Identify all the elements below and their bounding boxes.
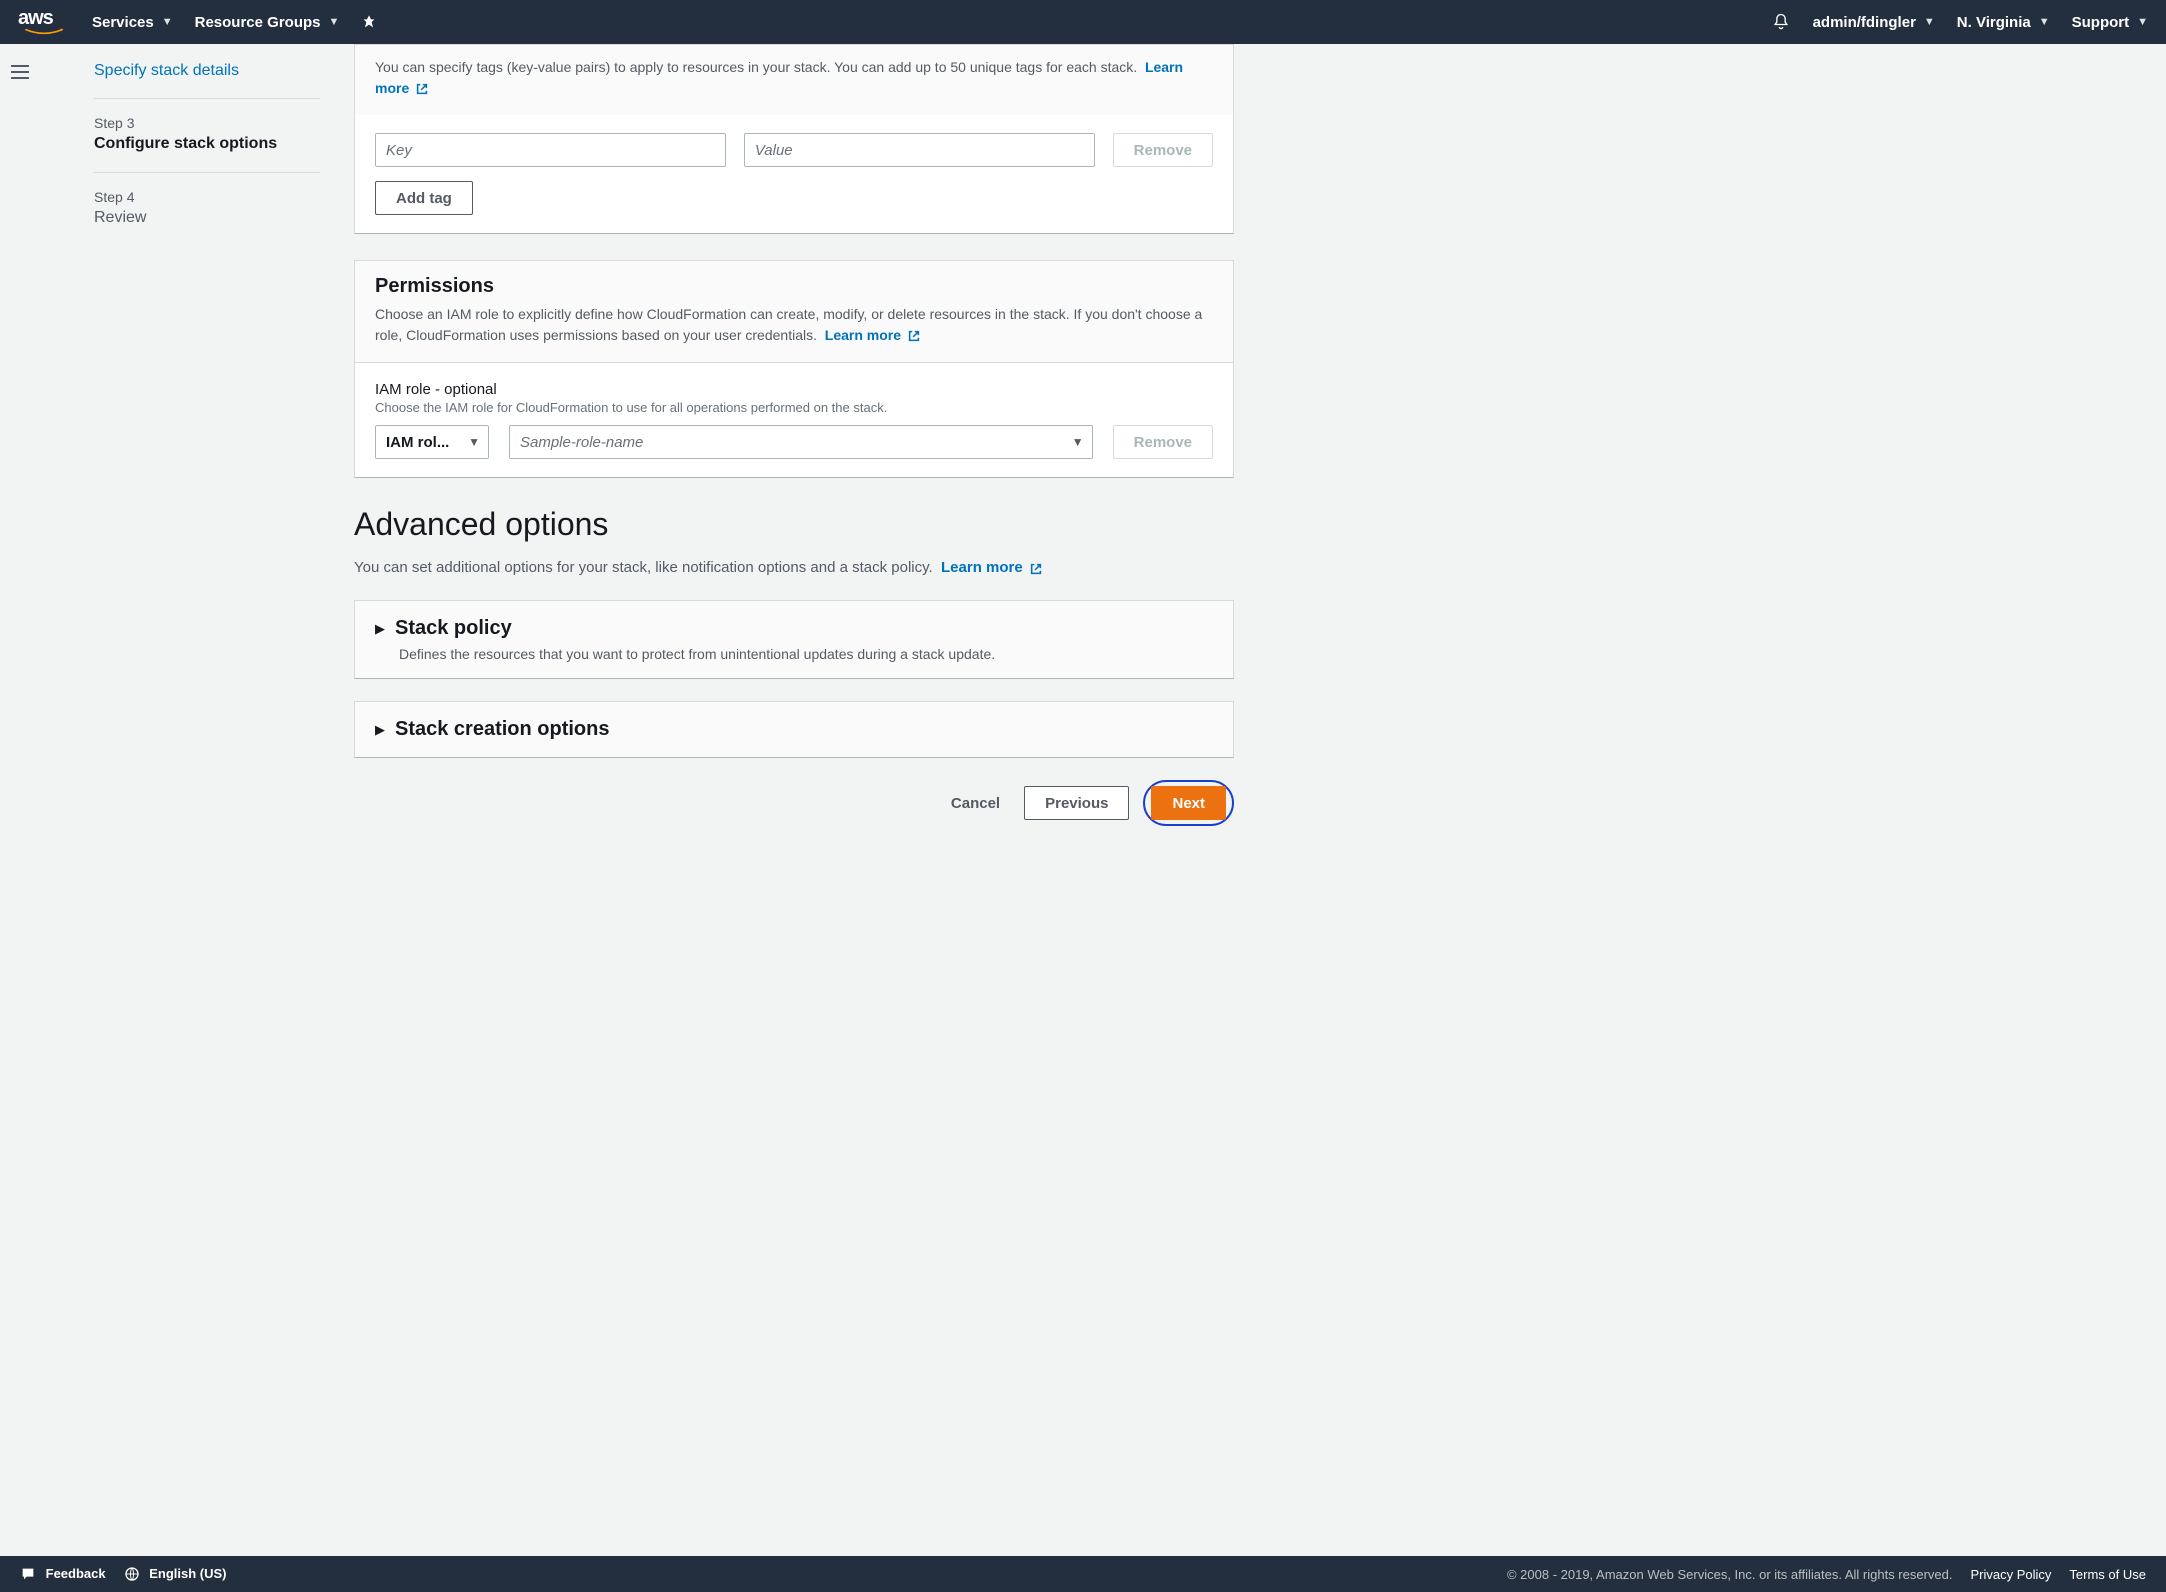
advanced-options-title: Advanced options (354, 506, 1234, 543)
step-title: Specify stack details (94, 60, 320, 82)
footer: Feedback English (US) © 2008 - 2019, Ama… (0, 1556, 2166, 1592)
step-num: Step 4 (94, 189, 320, 205)
region-menu[interactable]: N. Virginia ▼ (1957, 14, 2050, 31)
learn-more-text: Learn more (941, 559, 1023, 576)
wizard-actions: Cancel Previous Next (354, 780, 1234, 826)
role-name-placeholder: Sample-role-name (520, 434, 643, 451)
tag-remove-button[interactable]: Remove (1113, 133, 1213, 167)
advanced-sub-text: You can set additional options for your … (354, 559, 933, 576)
iam-role-hint: Choose the IAM role for CloudFormation t… (375, 400, 1213, 415)
wizard-step-3: Step 3 Configure stack options (94, 99, 320, 172)
permissions-body: IAM role - optional Choose the IAM role … (355, 363, 1233, 477)
tags-description: You can specify tags (key-value pairs) t… (375, 57, 1213, 99)
step-title: Configure stack options (94, 133, 320, 155)
region-label: N. Virginia (1957, 14, 2031, 31)
caret-down-icon: ▼ (1072, 435, 1084, 449)
feedback-text: Feedback (46, 1566, 106, 1581)
sidebar-toggle[interactable] (6, 58, 34, 86)
permissions-desc-text: Choose an IAM role to explicitly define … (375, 306, 1202, 343)
stack-policy-expander[interactable]: ▶ Stack policy Defines the resources tha… (354, 600, 1234, 679)
stack-policy-title: Stack policy (395, 617, 512, 640)
support-menu[interactable]: Support ▼ (2072, 14, 2148, 31)
aws-smile-icon (18, 28, 70, 36)
caret-down-icon: ▼ (1924, 16, 1935, 28)
external-link-icon (907, 329, 921, 343)
iam-role-name-select[interactable]: Sample-role-name ▼ (509, 425, 1093, 459)
step-num: Step 3 (94, 115, 320, 131)
add-tag-button[interactable]: Add tag (375, 181, 473, 215)
main-content: You can specify tags (key-value pairs) t… (344, 44, 1274, 916)
step-title: Review (94, 207, 320, 229)
pin-icon (361, 14, 377, 30)
iam-role-remove-button[interactable]: Remove (1113, 425, 1213, 459)
tag-key-input[interactable] (375, 133, 726, 167)
services-menu[interactable]: Services ▼ (92, 14, 173, 31)
next-button[interactable]: Next (1151, 786, 1226, 820)
resource-groups-label: Resource Groups (195, 14, 321, 31)
tags-desc-text: You can specify tags (key-value pairs) t… (375, 59, 1137, 75)
chat-icon (20, 1566, 36, 1582)
external-link-icon (415, 82, 429, 96)
permissions-learn-more-link[interactable]: Learn more (825, 327, 921, 343)
services-label: Services (92, 14, 154, 31)
pin-button[interactable] (361, 14, 377, 30)
permissions-panel: Permissions Choose an IAM role to explic… (354, 260, 1234, 478)
resource-groups-menu[interactable]: Resource Groups ▼ (195, 14, 340, 31)
caret-down-icon: ▼ (329, 16, 340, 28)
wizard-step-2[interactable]: Specify stack details (94, 44, 320, 99)
notifications-button[interactable] (1771, 12, 1791, 32)
learn-more-text: Learn more (825, 327, 901, 343)
triangle-right-icon: ▶ (375, 621, 385, 637)
permissions-title: Permissions (375, 275, 1213, 298)
selector-text: IAM rol... (386, 434, 449, 451)
feedback-link[interactable]: Feedback (20, 1566, 106, 1583)
advanced-learn-more-link[interactable]: Learn more (941, 559, 1043, 576)
terms-link[interactable]: Terms of Use (2069, 1567, 2146, 1582)
tag-row: Remove (375, 133, 1213, 167)
permissions-description: Choose an IAM role to explicitly define … (375, 304, 1213, 346)
tags-panel: You can specify tags (key-value pairs) t… (354, 44, 1234, 234)
iam-role-type-select[interactable]: IAM rol... ▼ (375, 425, 489, 459)
tag-value-input[interactable] (744, 133, 1095, 167)
wizard-step-4: Step 4 Review (94, 173, 320, 245)
copyright-text: © 2008 - 2019, Amazon Web Services, Inc.… (1507, 1567, 1953, 1582)
annotation-circle: Next (1143, 780, 1234, 826)
stack-creation-options-title: Stack creation options (395, 718, 610, 741)
cancel-button[interactable]: Cancel (951, 795, 1000, 812)
stack-policy-desc: Defines the resources that you want to p… (399, 646, 1213, 662)
tags-body: Remove Add tag (355, 115, 1233, 233)
globe-icon (124, 1566, 140, 1582)
user-menu[interactable]: admin/fdingler ▼ (1813, 14, 1935, 31)
privacy-link[interactable]: Privacy Policy (1971, 1567, 2052, 1582)
user-label: admin/fdingler (1813, 14, 1916, 31)
caret-down-icon: ▼ (162, 16, 173, 28)
external-link-icon (1029, 562, 1043, 576)
aws-logo[interactable]: aws (18, 8, 70, 36)
iam-role-label: IAM role - optional (375, 381, 1213, 398)
advanced-options-sub: You can set additional options for your … (354, 559, 1234, 576)
caret-down-icon: ▼ (2137, 16, 2148, 28)
language-text: English (US) (149, 1566, 226, 1581)
top-nav: aws Services ▼ Resource Groups ▼ admin/f… (0, 0, 2166, 44)
support-label: Support (2072, 14, 2130, 31)
caret-down-icon: ▼ (2039, 16, 2050, 28)
bell-icon (1771, 12, 1791, 32)
caret-down-icon: ▼ (468, 435, 480, 449)
previous-button[interactable]: Previous (1024, 786, 1129, 820)
stack-creation-options-expander[interactable]: ▶ Stack creation options (354, 701, 1234, 758)
wizard-nav: Specify stack details Step 3 Configure s… (44, 44, 344, 916)
triangle-right-icon: ▶ (375, 722, 385, 738)
language-selector[interactable]: English (US) (124, 1566, 227, 1583)
